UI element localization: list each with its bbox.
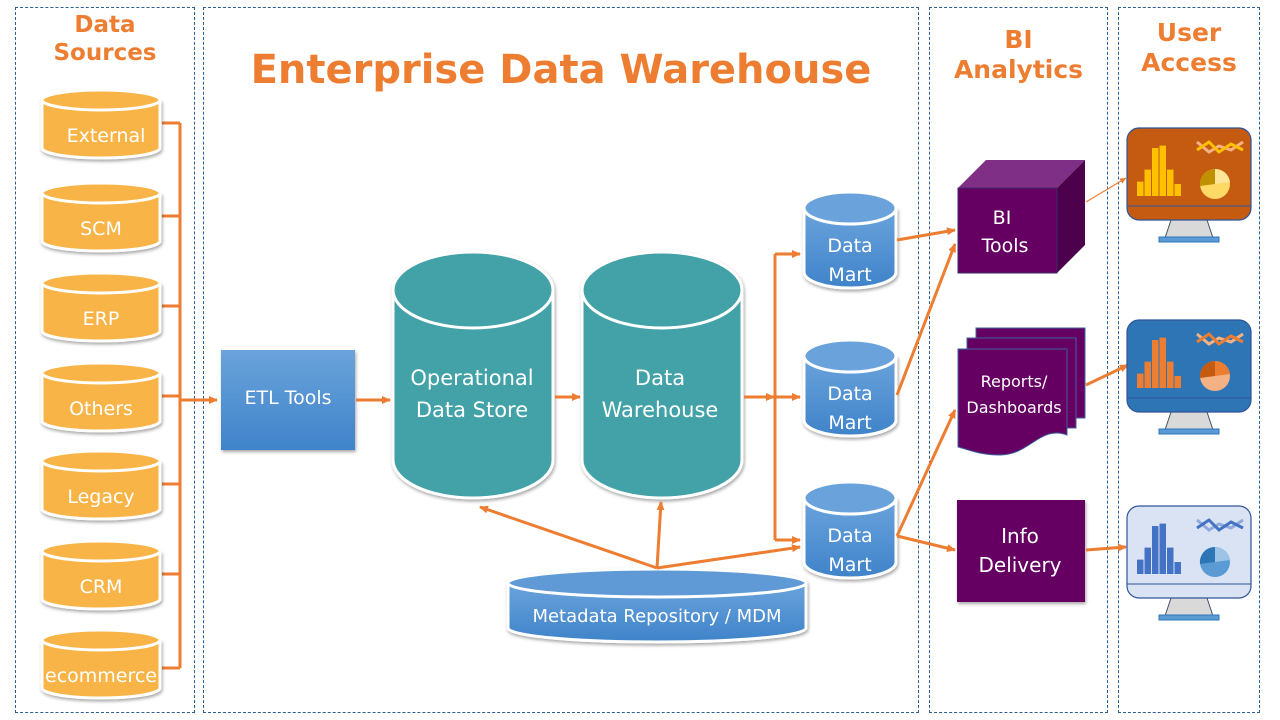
bar-icon-segment — [1159, 523, 1166, 574]
info-delivery-line1: Info — [1001, 524, 1039, 548]
bi-tools-label-line1: BI — [993, 207, 1012, 229]
bar-icon-segment — [1144, 169, 1151, 196]
reports-label-line1: Reports/ — [981, 372, 1048, 391]
source-label: Others — [69, 398, 133, 420]
mart-label-line2: Mart — [828, 554, 871, 576]
dw-label-line1: Data — [635, 366, 685, 390]
bar-icon-segment — [1174, 376, 1181, 388]
bar-icon-segment — [1137, 181, 1144, 196]
source-legacy[interactable]: Legacy — [40, 449, 162, 521]
source-label: External — [67, 125, 146, 147]
metadata-label: Metadata Repository / MDM — [532, 606, 781, 627]
bar-icon-segment — [1152, 526, 1159, 574]
source-label: SCM — [80, 218, 122, 240]
source-others[interactable]: Others — [40, 361, 162, 433]
source-label: ecommerce — [45, 665, 157, 687]
data-mart-1[interactable]: Data Mart — [802, 190, 898, 290]
data-mart-2[interactable]: Data Mart — [802, 338, 898, 438]
marts-to-bi-connectors — [895, 227, 957, 553]
source-label: ERP — [83, 308, 120, 330]
reports-label-line2: Dashboards — [966, 398, 1061, 417]
source-erp[interactable]: ERP — [40, 271, 162, 343]
info-delivery-line2: Delivery — [978, 553, 1061, 577]
source-external[interactable]: External — [40, 88, 162, 160]
mart-label-line2: Mart — [828, 264, 871, 286]
bi-to-user-connectors — [1085, 177, 1129, 552]
source-crm[interactable]: CRM — [40, 539, 162, 611]
data-source-list: External SCM ERP Others Legacy CRM ecommerce — [40, 88, 162, 700]
dw-to-marts-connectors — [744, 250, 801, 544]
data-mart-3[interactable]: Data Mart — [802, 480, 898, 580]
mart-label-line1: Data — [827, 235, 872, 257]
bi-tools-label-line2: Tools — [981, 235, 1029, 257]
monitor-base — [1158, 614, 1220, 621]
source-ecommerce[interactable]: ecommerce — [40, 628, 162, 700]
bar-icon-segment — [1137, 373, 1144, 388]
monitor-base — [1158, 236, 1220, 243]
mart-label-line1: Data — [827, 525, 872, 547]
ods-label-line2: Data Store — [416, 398, 528, 422]
dw-label-line2: Warehouse — [602, 398, 719, 422]
bar-icon-segment — [1167, 547, 1174, 574]
monitor-stand — [1164, 411, 1214, 431]
mart-label-line2: Mart — [828, 412, 871, 434]
user-access-monitors — [1126, 127, 1252, 621]
ods-label-line1: Operational — [410, 366, 533, 390]
light-dashboard-monitor[interactable] — [1126, 505, 1252, 621]
source-connectors — [162, 121, 218, 670]
info-delivery-box[interactable] — [957, 500, 1085, 602]
architecture-diagram: External SCM ERP Others Legacy CRM ecommerce E… — [40, 88, 1252, 700]
reports-dashboards-stack[interactable] — [957, 327, 1086, 456]
source-label: CRM — [80, 576, 123, 598]
bar-icon-segment — [1159, 145, 1166, 196]
source-label: Legacy — [67, 486, 134, 508]
source-scm[interactable]: SCM — [40, 181, 162, 253]
bar-icon-segment — [1159, 337, 1166, 388]
bar-icon-segment — [1174, 184, 1181, 196]
data-mart-list: Data Mart Data Mart Data Mart — [802, 190, 898, 580]
monitor-stand — [1164, 219, 1214, 239]
monitor-base — [1158, 428, 1220, 435]
etl-tools-label: ETL Tools — [244, 387, 331, 409]
bar-icon-segment — [1167, 169, 1174, 196]
bar-icon-segment — [1174, 562, 1181, 574]
bar-icon-segment — [1144, 547, 1151, 574]
bar-icon-segment — [1152, 148, 1159, 196]
metadata-connectors — [479, 501, 801, 570]
bar-icon-segment — [1167, 361, 1174, 388]
orange-dashboard-monitor[interactable] — [1126, 127, 1252, 243]
mart-label-line1: Data — [827, 383, 872, 405]
bar-icon-segment — [1144, 361, 1151, 388]
bar-icon-segment — [1152, 340, 1159, 388]
bar-icon-segment — [1137, 559, 1144, 574]
monitor-stand — [1164, 597, 1214, 617]
blue-dashboard-monitor[interactable] — [1126, 319, 1252, 435]
